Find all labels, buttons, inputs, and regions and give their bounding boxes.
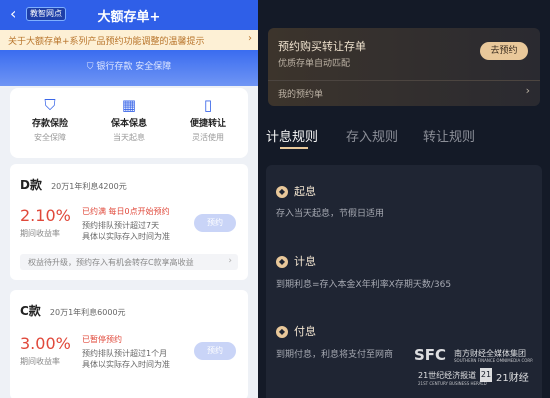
card-subtitle: 20万1年利息4200元 [51,182,127,191]
right-panel: 预约购买转让存单 优质存单自动匹配 去预约 我的预约单 › 计息规则 存入规则 … [258,0,550,398]
feature-sub: 当天起息 [113,133,145,142]
tab-transfer-rules[interactable]: 转让规则 [423,126,475,145]
feature-title: 保本保息 [110,119,147,129]
detail-line: 预约排队预计超过1个月 [82,349,168,358]
rule-title: 付息 [294,325,316,338]
chevron-right-icon: › [248,33,252,44]
herald-name-en: 21ST CENTURY BUSINESS HERALD [418,381,487,386]
card-name: C款 [20,304,41,318]
herald-name: 21世纪经济报道 [418,371,477,380]
promo-bar[interactable]: 权益待升级，预约存入有机会转存C款享高收益 › [20,254,238,270]
status-text: 已暂停预约 [82,335,122,344]
caijing-name: 21财经 [496,373,529,384]
product-card-c: C款 20万1年利息6000元 3.00% 期间收益率 已暂停预约 预约排队预计… [10,290,248,398]
my-orders-link[interactable]: 我的预约单 [278,87,323,100]
diamond-icon: ◆ [276,326,288,338]
tab-interest-rules[interactable]: 计息规则 [266,126,318,145]
detail-line: 预约排队预计超过7天 [82,221,160,230]
left-panel: ‹ 教智网点 大额存单+ 关于大额存单+系列产品预约功能调整的温馨提示 › ⛉ … [0,0,258,398]
notice-text: 关于大额存单+系列产品预约功能调整的温馨提示 [8,37,205,47]
detail-line: 具体以实际存入时间为准 [82,360,170,369]
preorder-card: 预约购买转让存单 优质存单自动匹配 去预约 我的预约单 › [268,28,540,106]
card-title: C款 20万1年利息6000元 [20,300,126,319]
product-card-d: D款 20万1年利息4200元 2.10% 期间收益率 已约满 每日0点开始预约… [10,164,248,280]
rule-text: 存入当天起息，节假日适用 [276,209,385,219]
tab-deposit-rules[interactable]: 存入规则 [346,126,398,145]
page-title: 大额存单+ [97,10,161,25]
sfc-logo: SFC [414,346,447,364]
card-subtitle: 20万1年利息6000元 [49,308,126,317]
chevron-right-icon[interactable]: › [526,84,530,97]
chevron-right-icon: › [228,256,232,266]
feature-sub: 安全保障 [34,133,66,142]
group-name-en: SOUTHERN FINANCE OMNIMEDIA CORP. [454,358,534,363]
detail-line: 具体以实际存入时间为准 [82,232,170,241]
security-note: ⛉ 银行存款 安全保障 [0,59,258,72]
shield-icon: ⛉ [44,96,56,114]
rule-heading: ◆ 付息 [276,323,316,339]
rule-text: 到期利息=存入本金X年利率X存期天数/365 [276,280,452,290]
divider [268,80,540,81]
feature-title: 便捷转让 [189,119,226,129]
rate-label: 期间收益率 [20,229,60,238]
feature-title: 存款保险 [31,119,68,129]
promo-text: 权益待升级，预约存入有机会转存C款享高收益 [28,258,194,267]
reserve-button[interactable]: 预约 [194,342,236,360]
security-text: 银行存款 安全保障 [96,62,172,72]
preorder-subtitle: 优质存单自动匹配 [278,59,351,69]
header-bar: ‹ 教智网点 大额存单+ [0,0,258,30]
rate-value: 2.10% [20,206,71,225]
rule-heading: ◆ 起息 [276,183,316,199]
rule-heading: ◆ 计息 [276,253,316,269]
card-name: D款 [20,178,42,192]
diamond-icon: ◆ [276,186,288,198]
phone-icon: ▯ [203,96,213,114]
reserve-button[interactable]: 预约 [194,214,236,232]
status-text: 已约满 每日0点开始预约 [82,207,170,216]
calendar-icon: ▦ [121,96,137,114]
feature-deposit-insurance: ⛉ 存款保险 安全保障 [20,96,80,143]
feature-card: ⛉ 存款保险 安全保障 ▦ 保本保息 当天起息 ▯ 便捷转让 灵活使用 [10,88,248,158]
rule-title: 起息 [294,185,316,198]
go-reserve-button[interactable]: 去预约 [480,42,528,60]
rate-label: 期间收益率 [20,357,60,366]
watermark-logo: SFC 南方财经全媒体集团 SOUTHERN FINANCE OMNIMEDIA… [414,344,548,392]
tab-indicator [280,147,308,149]
rule-text: 到期付息，利息将支付至网商 [276,350,394,360]
notice-banner[interactable]: 关于大额存单+系列产品预约功能调整的温馨提示 › [0,30,258,50]
preorder-title: 预约购买转让存单 [278,40,366,53]
feature-principal-interest: ▦ 保本保息 当天起息 [99,96,159,143]
rule-title: 计息 [294,255,316,268]
logo-21: 21 [480,368,492,382]
feature-transfer: ▯ 便捷转让 灵活使用 [178,96,238,143]
card-title: D款 20万1年利息4200元 [20,174,127,193]
diamond-icon: ◆ [276,256,288,268]
feature-sub: 灵活使用 [192,133,224,142]
shield-icon: ⛉ [86,62,94,72]
rate-value: 3.00% [20,334,71,353]
